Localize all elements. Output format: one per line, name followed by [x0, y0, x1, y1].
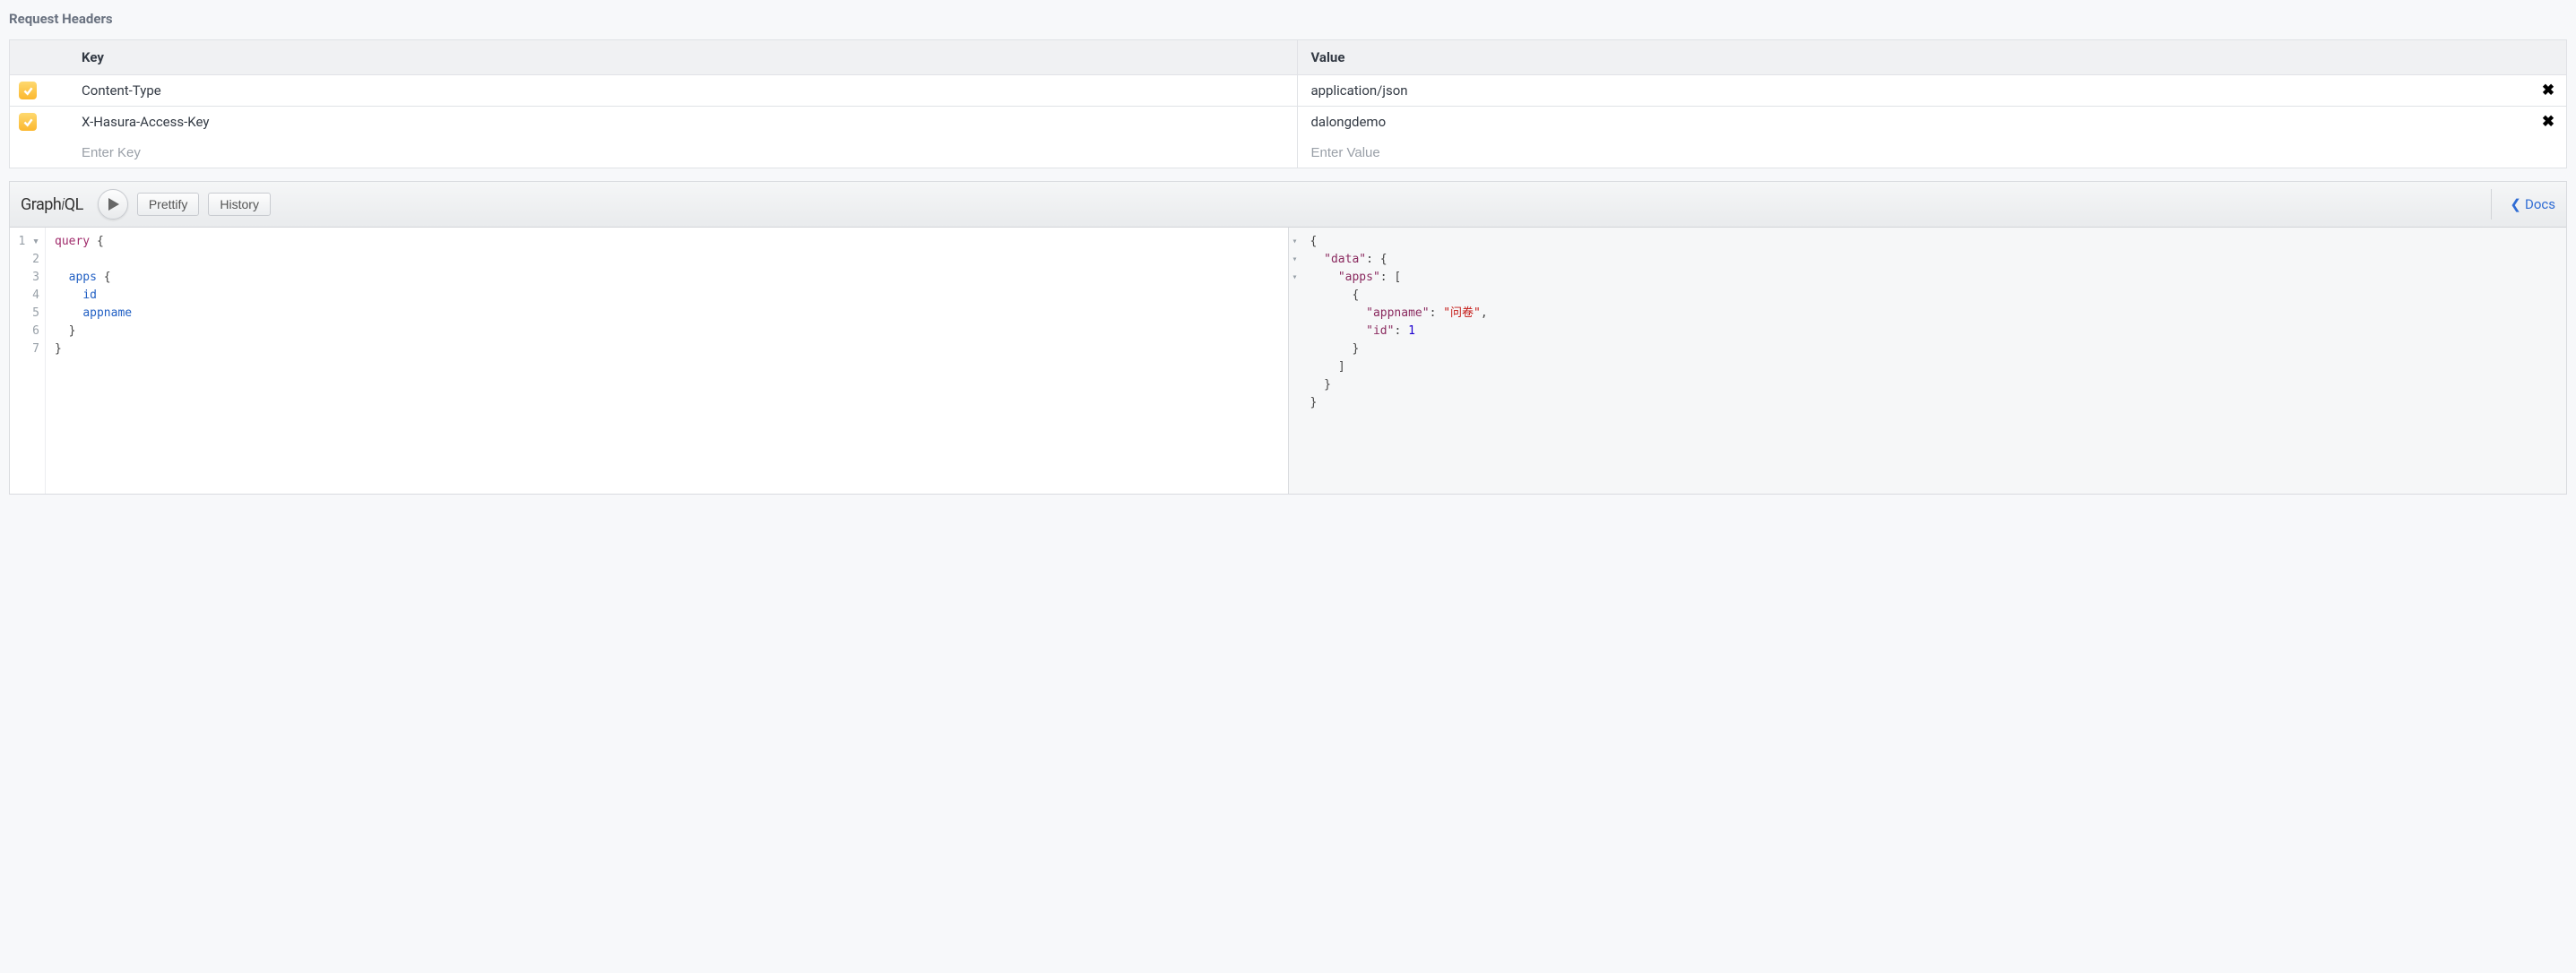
new-key-input[interactable]	[82, 145, 1261, 160]
table-row: Content-Typeapplication/json ✖	[10, 75, 2566, 107]
graphiql-logo: GraphiQL	[21, 195, 83, 214]
row-value[interactable]: dalongdemo	[1298, 107, 2530, 137]
headers-header-row: Key Value	[10, 40, 2566, 75]
row-delete[interactable]: ✖	[2530, 76, 2566, 105]
new-check-spacer	[10, 147, 46, 158]
headers-new-row	[10, 137, 2566, 168]
play-button[interactable]	[98, 189, 128, 220]
header-key-label: Key	[46, 40, 1298, 74]
result-code: { "data": { "apps": [ { "appname": "问卷",…	[1301, 228, 2567, 494]
close-icon: ✖	[2542, 113, 2554, 131]
new-value-input[interactable]	[1310, 145, 2518, 160]
graphiql-toolbar: GraphiQL Prettify History ❮ Docs	[10, 182, 2566, 228]
query-gutter: 1 ▾234567	[10, 228, 46, 494]
row-checkbox-cell	[10, 76, 46, 105]
new-del-spacer	[2530, 147, 2566, 158]
row-delete[interactable]: ✖	[2530, 108, 2566, 136]
docs-label: Docs	[2525, 196, 2555, 212]
graphiql-body: 1 ▾234567 query { apps { id appname }} ▾…	[10, 228, 2566, 494]
new-value-cell	[1298, 137, 2530, 168]
row-key[interactable]: Content-Type	[46, 75, 1298, 106]
docs-toggle[interactable]: ❮ Docs	[2491, 189, 2555, 220]
row-key[interactable]: X-Hasura-Access-Key	[46, 107, 1298, 137]
row-checkbox[interactable]	[19, 82, 37, 99]
prettify-button[interactable]: Prettify	[137, 193, 200, 216]
row-checkbox[interactable]	[19, 113, 37, 131]
close-icon: ✖	[2542, 82, 2554, 99]
history-button[interactable]: History	[208, 193, 271, 216]
headers-title: Request Headers	[0, 0, 2576, 39]
table-row: X-Hasura-Access-Keydalongdemo ✖	[10, 107, 2566, 137]
query-code[interactable]: query { apps { id appname }}	[46, 228, 1288, 494]
result-pane: ▾▾▾ { "data": { "apps": [ { "appname": "…	[1289, 228, 2567, 494]
result-fold-gutter: ▾▾▾	[1289, 228, 1301, 494]
header-value-label: Value	[1298, 40, 2530, 74]
headers-table: Key Value Content-Typeapplication/json✖X…	[9, 39, 2567, 168]
query-editor[interactable]: 1 ▾234567 query { apps { id appname }}	[10, 228, 1289, 494]
chevron-left-icon: ❮	[2510, 196, 2521, 212]
new-key-cell	[46, 137, 1298, 168]
graphiql-panel: GraphiQL Prettify History ❮ Docs 1 ▾2345…	[9, 181, 2567, 495]
row-checkbox-cell	[10, 108, 46, 136]
row-value[interactable]: application/json	[1298, 75, 2530, 106]
